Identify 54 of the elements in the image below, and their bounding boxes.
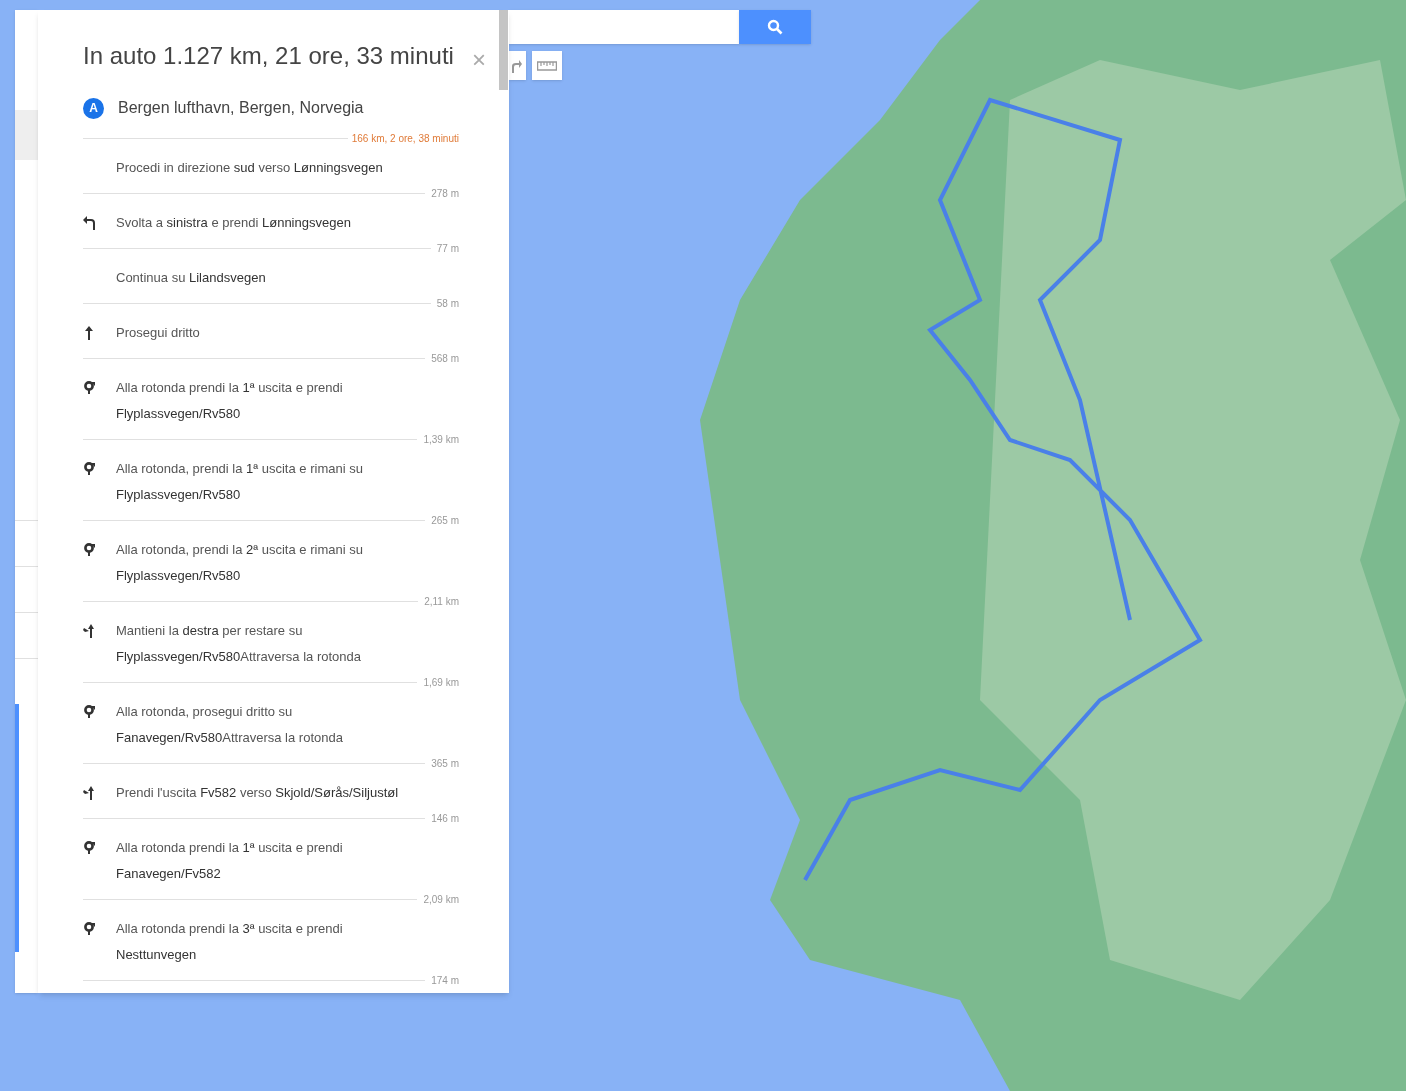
step-distance: 568 m xyxy=(431,352,459,366)
step-distance: 278 m xyxy=(431,187,459,201)
search-icon xyxy=(767,19,783,35)
step-distance: 174 m xyxy=(431,974,459,988)
ruler-icon xyxy=(537,60,557,71)
step-distance: 2,11 km xyxy=(424,595,459,609)
search-button[interactable] xyxy=(739,10,811,44)
roundabout-icon xyxy=(83,462,95,476)
turn-arrow-icon xyxy=(510,58,522,73)
step-instruction: Continua su Lilandsvegen xyxy=(116,269,266,286)
step-distance: 77 m xyxy=(436,242,459,256)
step-distance: 265 m xyxy=(431,514,459,528)
step-instruction: Flyplassvegen/Rv580 xyxy=(116,405,242,422)
step-instruction: Alla rotonda, prendi la 1ª uscita e rimani su xyxy=(116,460,363,477)
scrollbar-thumb[interactable] xyxy=(499,10,508,90)
step-distance: 2,09 km xyxy=(423,893,459,907)
step-instruction: Procedi in direzione sud verso Lønningsvegen xyxy=(116,159,383,176)
step-distance: 365 m xyxy=(431,757,459,771)
straight-arrow-icon xyxy=(83,326,95,340)
step-distance: 58 m xyxy=(436,297,459,311)
step-instruction: Fanavegen/Fv582 xyxy=(116,865,222,882)
step-instruction: Alla rotonda, prendi la 2ª uscita e rimani su xyxy=(116,541,363,558)
route-summary: 166 km, 2 ore, 38 minuti xyxy=(351,132,459,146)
step-instruction: Alla rotonda, prosegui dritto su xyxy=(116,703,294,720)
step-instruction: Nesttunvegen xyxy=(116,946,198,963)
step-instruction: Flyplassvegen/Rv580 xyxy=(116,567,242,584)
step-instruction: Svolta a sinistra e prendi Lønningsvegen xyxy=(116,214,351,231)
map-search-field[interactable] xyxy=(509,10,739,44)
step-instruction: Alla rotonda prendi la 3ª uscita e prendi xyxy=(116,920,343,937)
start-marker: A xyxy=(83,97,104,119)
step-instruction: Prosegui dritto xyxy=(116,324,200,341)
fork-arrow-icon xyxy=(83,786,95,800)
step-instruction: Prendi l'uscita Fv582 verso Skjold/Sørås/Siljustøl xyxy=(116,784,399,801)
fork-arrow-icon xyxy=(83,624,95,638)
roundabout-icon xyxy=(83,543,95,557)
step-distance: 146 m xyxy=(431,812,459,826)
step-instruction: Flyplassvegen/Rv580Attraversa la rotonda xyxy=(116,648,361,665)
step-instruction: Flyplassvegen/Rv580 xyxy=(116,486,242,503)
measure-button[interactable] xyxy=(532,51,562,80)
step-instruction: Fanavegen/Rv580Attraversa la rotonda xyxy=(116,729,343,746)
step-instruction: Mantieni la destra per restare su xyxy=(116,622,304,639)
step-instruction: Alla rotonda prendi la 1ª uscita e prendi xyxy=(116,839,343,856)
directions-title: In auto 1.127 km, 21 ore, 33 minuti xyxy=(83,41,454,71)
step-distance: 1,39 km xyxy=(423,433,459,447)
turn-left-icon xyxy=(83,216,95,230)
route-tool-button[interactable] xyxy=(509,51,526,80)
step-distance: 1,69 km xyxy=(423,676,459,690)
close-button[interactable]: × xyxy=(472,48,486,72)
roundabout-icon xyxy=(83,381,95,395)
roundabout-icon xyxy=(83,705,95,719)
roundabout-icon xyxy=(83,922,95,936)
roundabout-icon xyxy=(83,841,95,855)
start-place: Bergen lufthavn, Bergen, Norvegia xyxy=(118,98,364,118)
step-instruction: Alla rotonda prendi la 1ª uscita e prendi xyxy=(116,379,343,396)
